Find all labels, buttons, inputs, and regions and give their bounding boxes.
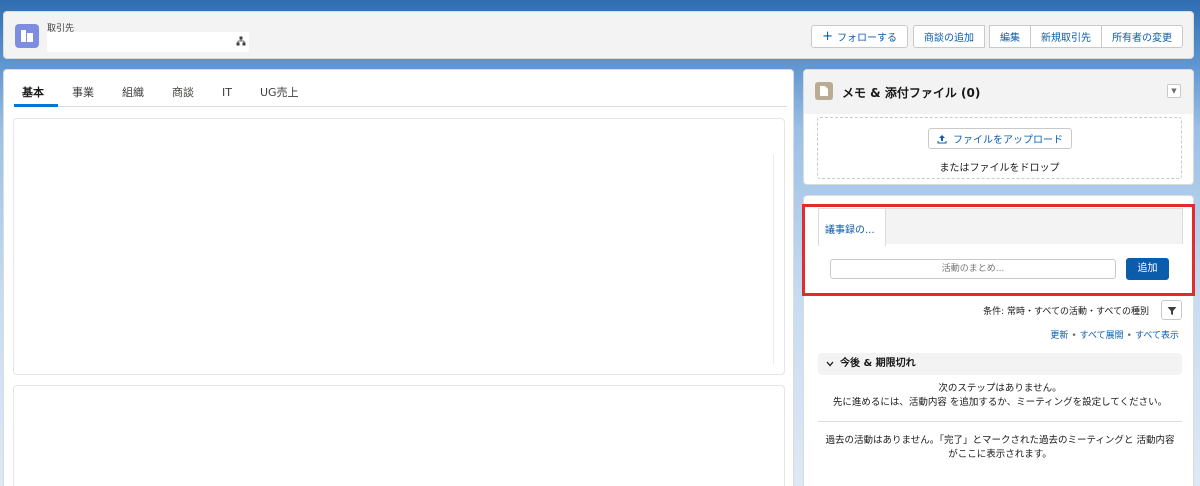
filter-button[interactable] [1161,300,1182,320]
activity-card: 議事録の... 追加 条件: 常時・すべての活動・すべての種別 更新•すべて展開… [802,195,1195,486]
tab-business[interactable]: 事業 [58,84,108,107]
notes-attachments-header: メモ & 添付ファイル (0) ▼ [804,70,1193,114]
action-button-group: 商談の追加 編集 新規取引先 所有者の変更 [913,25,1183,48]
follow-button[interactable]: + フォローする [811,25,908,48]
tab-it[interactable]: IT [208,84,246,107]
plus-icon: + [822,29,833,44]
no-next-steps-message: 次のステップはありません。 先に進めるには、活動内容 を追加するか、ミーティング… [832,383,1168,408]
divider [773,154,774,364]
notes-attachments-title: メモ & 添付ファイル (0) [842,86,981,100]
highlight-box [802,204,1195,296]
filter-summary: 条件: 常時・すべての活動・すべての種別 [983,307,1149,317]
no-past-activity-message: 過去の活動はありません。「完了」とマークされた過去のミーティングと 活動内容 が… [825,435,1175,460]
record-name [47,32,249,52]
view-all-link[interactable]: すべて表示 [1135,331,1179,341]
record-header: 取引先 + フォローする 商談の追加 編集 新規取引先 所有者の変更 [3,11,1194,59]
upload-icon [937,134,947,143]
dropdown-menu-icon[interactable]: ▼ [1167,84,1181,98]
header-actions: + フォローする 商談の追加 編集 新規取引先 所有者の変更 [811,25,1183,48]
record-tabs: 基本 事業 組織 商談 IT UG売上 [14,84,787,107]
file-icon [815,82,833,100]
upload-file-label: ファイルをアップロード [953,135,1063,146]
upcoming-overdue-section[interactable]: 今後 & 期限切れ [818,353,1182,375]
tab-basic[interactable]: 基本 [14,84,58,107]
notes-attachments-card: メモ & 添付ファイル (0) ▼ ファイルをアップロード またはファイルをドロ… [803,69,1194,185]
detail-section-top [13,118,785,375]
divider [818,421,1182,422]
upload-file-button[interactable]: ファイルをアップロード [928,128,1072,149]
tab-opportunity[interactable]: 商談 [158,84,208,107]
section-title: 今後 & 期限切れ [840,358,916,369]
drop-file-text: またはファイルをドロップ [939,163,1060,174]
detail-section-bottom [13,385,785,486]
account-icon [15,24,39,48]
tab-organization[interactable]: 組織 [108,84,158,107]
file-dropzone[interactable]: ファイルをアップロード またはファイルをドロップ [817,117,1182,179]
chevron-down-icon [826,361,834,367]
hierarchy-icon[interactable] [236,36,246,49]
activity-links: 更新 • すべて展開 • すべて表示 [1050,331,1179,341]
new-account-button[interactable]: 新規取引先 [1030,25,1102,48]
follow-button-label: フォローする [837,33,897,44]
main-detail-card: 基本 事業 組織 商談 IT UG売上 [3,69,794,486]
change-owner-button[interactable]: 所有者の変更 [1101,25,1183,48]
tab-ug-sales[interactable]: UG売上 [246,84,313,107]
refresh-link[interactable]: 更新 [1050,331,1068,341]
filter-icon [1167,307,1177,315]
add-opportunity-button[interactable]: 商談の追加 [913,25,985,48]
expand-all-link[interactable]: すべて展開 [1080,331,1124,341]
edit-button[interactable]: 編集 [989,25,1031,48]
